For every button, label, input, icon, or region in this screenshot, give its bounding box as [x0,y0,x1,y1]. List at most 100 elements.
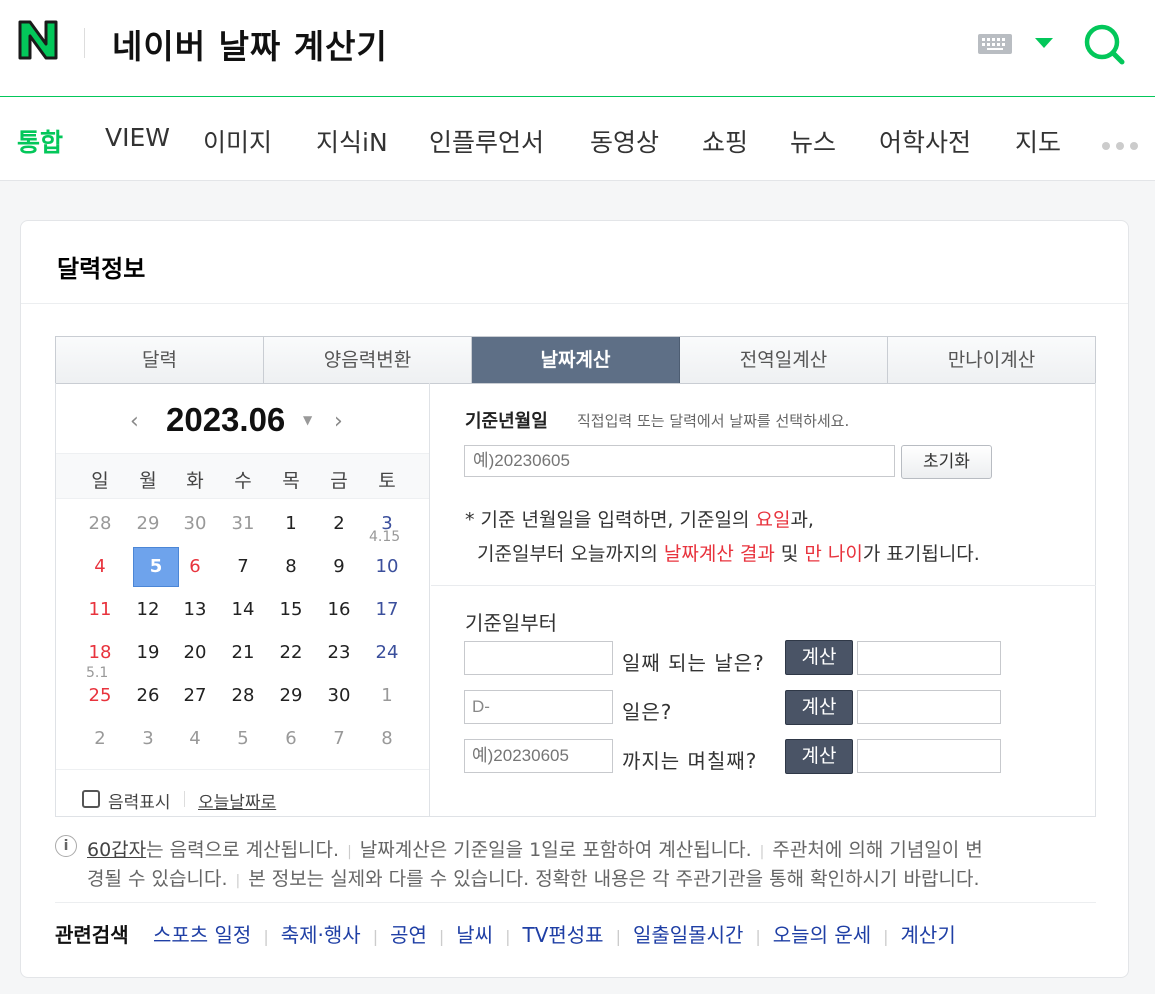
divider [431,585,1096,586]
subtab-age-calc[interactable]: 만나이계산 [888,337,1095,383]
tab-view[interactable]: VIEW [105,123,170,152]
divider [184,791,185,807]
calendar-day[interactable]: 9 [319,556,359,577]
sexagenary-link[interactable]: 60갑자 [87,839,146,861]
weekday-label: 일 [91,470,109,492]
calendar-day[interactable]: 7 [319,728,359,749]
related-search-link[interactable]: 오늘의 운세 [773,923,871,947]
lunar-checkbox[interactable] [82,790,100,808]
search-icon[interactable] [1082,22,1126,66]
base-date-hint: 직접입력 또는 달력에서 날짜를 선택하세요. [577,412,850,430]
calendar-day[interactable]: 22 [271,642,311,663]
calendar-day[interactable]: 1 [271,513,311,534]
calendar-day[interactable]: 19 [128,642,168,663]
calc-nth-day-button[interactable]: 계산 [785,640,853,675]
subtab-calendar[interactable]: 달력 [56,337,264,383]
calendar-day[interactable]: 23 [319,642,359,663]
tab-dictionary[interactable]: 어학사전 [879,123,971,159]
related-search-link[interactable]: 축제·행사 [281,923,361,947]
calendar-day[interactable]: 2 [319,513,359,534]
related-search-link[interactable]: 공연 [390,923,427,947]
calendar-day[interactable]: 5 [133,547,179,587]
calendar-day[interactable]: 7 [223,556,263,577]
naver-logo[interactable] [16,18,60,62]
lunar-label[interactable]: 음력표시 [108,788,171,813]
today-link[interactable]: 오늘날짜로 [198,788,276,813]
calendar-day[interactable]: 31 [223,513,263,534]
calendar-day[interactable]: 20 [175,642,215,663]
caret-down-icon[interactable] [1035,38,1053,48]
calendar-day[interactable]: 13 [175,599,215,620]
calendar-day[interactable]: 29 [128,513,168,534]
related-search-link[interactable]: 일출일몰시간 [633,923,743,947]
calendar-day[interactable]: 17 [367,599,407,620]
d-day-result [857,690,1001,724]
calendar-day[interactable]: 4 [80,556,120,577]
tab-influencer[interactable]: 인플루언서 [429,123,544,159]
calendar-day[interactable]: 26 [128,685,168,706]
calendar-day[interactable]: 28 [223,685,263,706]
calendar-day[interactable]: 24 [367,642,407,663]
calendar-day[interactable]: 30 [175,513,215,534]
calendar-day[interactable]: 1 [367,685,407,706]
until-date-input[interactable] [464,739,613,773]
calendar-day[interactable]: 28 [80,513,120,534]
related-search-link[interactable]: 계산기 [901,923,956,947]
calendar-day[interactable]: 11 [80,599,120,620]
calendar-day[interactable]: 29 [271,685,311,706]
calendar-day[interactable]: 25 [80,685,120,706]
keyboard-icon[interactable] [978,34,1012,54]
month-dropdown-icon[interactable]: ▼ [303,413,312,427]
tab-images[interactable]: 이미지 [203,123,272,159]
search-query[interactable]: 네이버 날짜 계산기 [112,20,388,68]
related-search-link[interactable]: 날씨 [456,923,493,947]
calendar-day[interactable]: 27 [175,685,215,706]
calendar-day[interactable]: 8 [271,556,311,577]
prev-month-icon[interactable]: ‹ [130,409,139,434]
next-month-icon[interactable]: › [334,409,343,434]
related-search-link[interactable]: 스포츠 일정 [153,923,251,947]
note-text: * 기준 년월일을 입력하면, 기준일의 [465,509,756,531]
divider: | [263,927,269,946]
calendar-day[interactable]: 10 [367,556,407,577]
tab-kin[interactable]: 지식iN [316,123,388,159]
nth-day-input[interactable] [464,641,613,675]
calendar-day[interactable]: 12 [128,599,168,620]
tab-news[interactable]: 뉴스 [790,123,836,159]
calendar-day[interactable]: 15 [271,599,311,620]
calendar-day[interactable]: 6 [175,556,215,577]
calendar-day[interactable]: 18 [80,642,120,663]
related-search-link[interactable]: TV편성표 [522,923,603,947]
calendar-day[interactable]: 5 [223,728,263,749]
tab-map[interactable]: 지도 [1015,123,1061,159]
calendar-day[interactable]: 8 [367,728,407,749]
calc-d-day-button[interactable]: 계산 [785,690,853,725]
base-date-input[interactable] [464,445,895,477]
month-title[interactable]: 2023.06 [166,401,285,439]
d-day-input[interactable] [464,690,613,724]
info-text: 는 음력으로 계산됩니다. [146,839,340,861]
divider: | [505,927,511,946]
more-icon[interactable] [1102,135,1144,154]
calendar-subtabs: 달력 양음력변환 날짜계산 전역일계산 만나이계산 [55,336,1096,384]
reset-button[interactable]: 초기화 [901,445,992,479]
divider [55,902,1096,903]
info-text: 경될 수 있습니다. [87,868,228,890]
calendar-day[interactable]: 4 [175,728,215,749]
subtab-lunar-convert[interactable]: 양음력변환 [264,337,472,383]
date-calc-form: 기준년월일 직접입력 또는 달력에서 날짜를 선택하세요. 초기화 * 기준 년… [431,383,1096,816]
calendar-day[interactable]: 2 [80,728,120,749]
calendar-day[interactable]: 3 [128,728,168,749]
tab-all[interactable]: 통합 [17,123,63,159]
calendar-day[interactable]: 21 [223,642,263,663]
calendar-day[interactable]: 6 [271,728,311,749]
calendar-day[interactable]: 30 [319,685,359,706]
calendar-day[interactable]: 14 [223,599,263,620]
calc-until-button[interactable]: 계산 [785,739,853,774]
tab-video[interactable]: 동영상 [590,123,659,159]
calendar-day[interactable]: 16 [319,599,359,620]
subtab-date-calc[interactable]: 날짜계산 [472,337,680,383]
until-date-question: 까지는 며칠째? [622,749,758,773]
subtab-discharge-calc[interactable]: 전역일계산 [680,337,888,383]
tab-shopping[interactable]: 쇼핑 [702,123,748,159]
